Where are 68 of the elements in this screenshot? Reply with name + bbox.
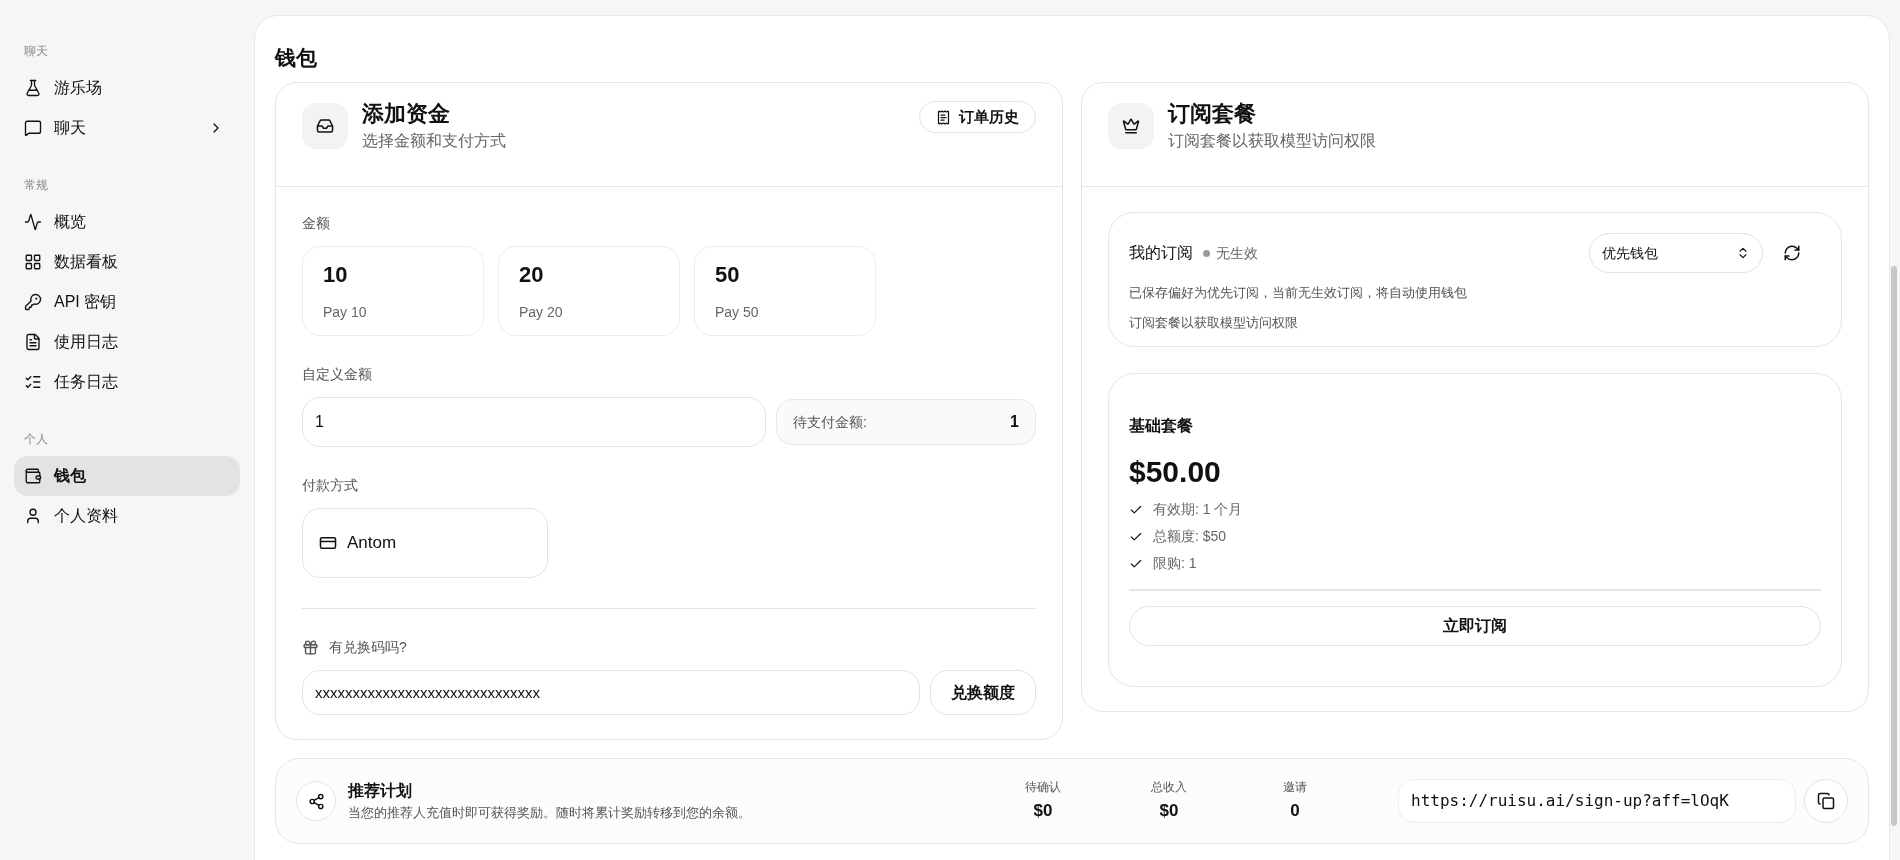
referral-title: 推荐计划: [348, 781, 412, 802]
amount-input-field[interactable]: 1: [302, 397, 766, 447]
due-value: 1: [1010, 412, 1019, 432]
document-icon: [24, 333, 42, 351]
referral-link-field[interactable]: https://ruisu.ai/sign-up?aff=lOqK: [1398, 779, 1796, 823]
due-label: 待支付金额:: [793, 412, 867, 432]
chat-icon: [24, 119, 42, 137]
card-icon: [319, 534, 337, 552]
feature-text: 限购: 1: [1153, 554, 1197, 573]
feature-text: 总额度: $50: [1153, 527, 1227, 546]
redeem-code-field[interactable]: xxxxxxxxxxxxxxxxxxxxxxxxxxxxxx: [302, 670, 920, 715]
status-text: 无生效: [1216, 243, 1258, 263]
sidebar-item[interactable]: 钱包: [14, 456, 240, 496]
redeem-button[interactable]: 兑换额度: [930, 670, 1036, 715]
amount-option[interactable]: 20 Pay 20: [498, 246, 680, 336]
tray-icon: [316, 117, 334, 135]
sidebar-item[interactable]: API 密钥: [14, 282, 240, 322]
stat-label: 邀请: [1283, 779, 1307, 797]
card-subtitle: 选择金额和支付方式: [362, 131, 506, 151]
panel-title: 我的订阅: [1129, 243, 1193, 263]
sidebar-item[interactable]: 任务日志: [14, 362, 240, 402]
stat-label: 待确认: [1025, 779, 1061, 797]
section-heading: 常规: [23, 177, 49, 194]
flask-icon: [24, 79, 42, 97]
stat-value: 0: [1290, 800, 1300, 823]
card-title: 添加资金: [362, 100, 450, 128]
sidebar-item[interactable]: 使用日志: [14, 322, 240, 362]
sidebar-item[interactable]: 聊天: [14, 108, 240, 148]
sidebar-item[interactable]: 概览: [14, 202, 240, 242]
grid-icon: [24, 253, 42, 271]
checklist-icon: [24, 373, 42, 391]
receipt-icon: [936, 109, 951, 125]
sort-icon: [1736, 246, 1750, 260]
section-heading: 聊天: [23, 43, 49, 60]
note-text: 已保存偏好为优先订阅，当前无生效订阅，将自动使用钱包: [1129, 284, 1467, 302]
gift-icon: [302, 639, 319, 656]
redeem-label: 有兑换码吗?: [329, 638, 407, 657]
stat-value: $0: [1033, 800, 1053, 823]
referral-description: 当您的推荐人充值时即可获得奖励。随时将累计奖励转移到您的余额。: [348, 804, 751, 823]
sidebar-item[interactable]: 个人资料: [14, 496, 240, 536]
wallet-icon: [24, 467, 42, 485]
field-label: 自定义金额: [302, 365, 372, 384]
sidebar-item[interactable]: 游乐场: [14, 68, 240, 108]
amount-option[interactable]: 50 Pay 50: [694, 246, 876, 336]
section-heading: 个人: [23, 431, 49, 448]
copy-icon: [1817, 792, 1835, 810]
field-label: 金额: [302, 214, 330, 233]
plan-price: $50.00: [1129, 454, 1221, 490]
card-title: 订阅套餐: [1168, 100, 1256, 128]
note-text: 订阅套餐以获取模型访问权限: [1129, 313, 1298, 332]
stat-value: $0: [1159, 800, 1179, 823]
field-label: 付款方式: [302, 476, 358, 495]
plan-name: 基础套餐: [1129, 416, 1193, 436]
crown-icon: [1122, 117, 1140, 135]
page-title: 钱包: [273, 45, 318, 71]
user-icon: [24, 507, 42, 525]
feature-text: 有效期: 1 个月: [1153, 500, 1243, 519]
share-icon: [307, 792, 325, 810]
key-icon: [24, 293, 42, 311]
scrollbar-thumb[interactable]: [1891, 266, 1897, 826]
amount-option[interactable]: 10 Pay 10: [302, 246, 484, 336]
copy-button[interactable]: [1804, 779, 1848, 823]
refresh-icon[interactable]: [1783, 244, 1801, 262]
activity-icon: [24, 213, 42, 231]
stat-label: 总收入: [1151, 779, 1187, 797]
card-subtitle: 订阅套餐以获取模型访问权限: [1168, 131, 1376, 151]
sidebar-item[interactable]: 数据看板: [14, 242, 240, 282]
payment-method-option[interactable]: Antom: [302, 508, 548, 578]
